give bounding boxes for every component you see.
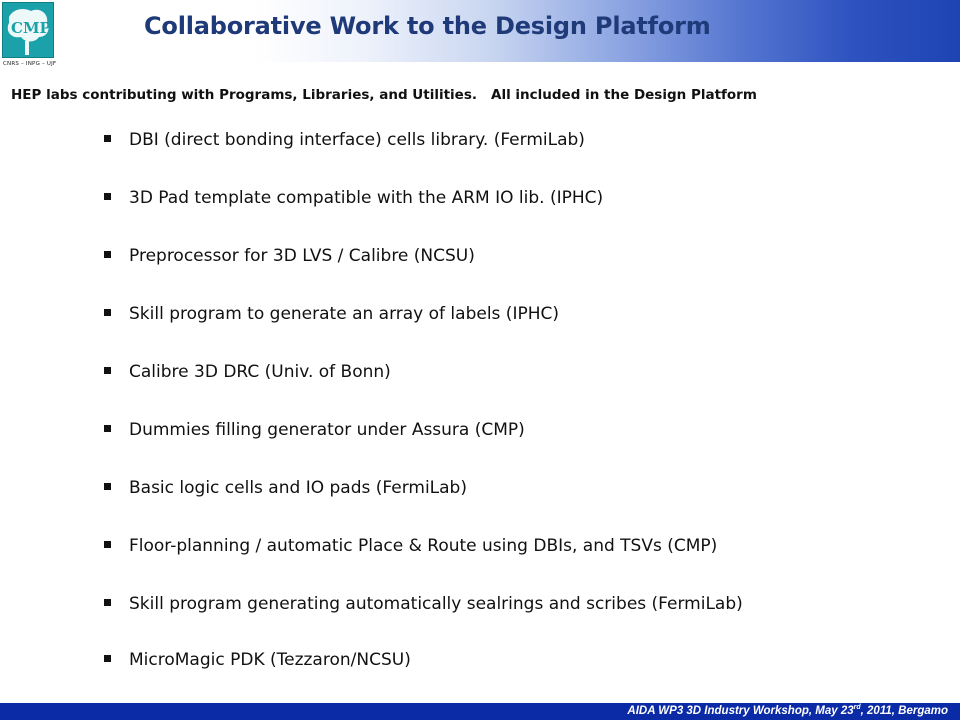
list-item-text: Basic logic cells and IO pads (FermiLab) <box>129 478 467 498</box>
subtitle: HEP labs contributing with Programs, Lib… <box>11 87 757 103</box>
square-bullet-icon <box>104 250 111 258</box>
footer-bar: AIDA WP3 3D Industry Workshop, May 23rd,… <box>0 703 960 720</box>
list-item: Calibre 3D DRC (Univ. of Bonn) <box>104 362 391 390</box>
cmp-logo: CMP <box>2 2 54 58</box>
list-item: Skill program generating automatically s… <box>104 594 743 622</box>
square-bullet-icon <box>104 424 111 432</box>
logo-graphic-icon: CMP <box>3 3 53 57</box>
subtitle-part-1: HEP labs contributing with Programs, Lib… <box>11 87 478 103</box>
square-bullet-icon <box>104 654 111 662</box>
square-bullet-icon <box>104 366 111 374</box>
square-bullet-icon <box>104 192 111 200</box>
list-item-text: Floor-planning / automatic Place & Route… <box>129 536 718 556</box>
square-bullet-icon <box>104 482 111 490</box>
square-bullet-icon <box>104 540 111 548</box>
list-item-text: Preprocessor for 3D LVS / Calibre (NCSU) <box>129 246 475 266</box>
svg-text:CMP: CMP <box>11 19 51 37</box>
square-bullet-icon <box>104 308 111 316</box>
list-item-text: 3D Pad template compatible with the ARM … <box>129 188 604 208</box>
footer-text-main: AIDA WP3 3D Industry Workshop, May 23 <box>627 704 854 717</box>
square-bullet-icon <box>104 134 111 142</box>
list-item-text: Skill program generating automatically s… <box>129 594 743 614</box>
square-bullet-icon <box>104 598 111 606</box>
list-item-text: Calibre 3D DRC (Univ. of Bonn) <box>129 362 391 382</box>
list-item: MicroMagic PDK (Tezzaron/NCSU) <box>104 650 411 678</box>
list-item-text: Skill program to generate an array of la… <box>129 304 559 324</box>
logo-subtext: CNRS – INPG – UJF <box>3 61 57 67</box>
subtitle-part-2: All included in the Design Platform <box>491 87 757 103</box>
list-item: Basic logic cells and IO pads (FermiLab) <box>104 478 467 506</box>
list-item-text: MicroMagic PDK (Tezzaron/NCSU) <box>129 650 411 670</box>
footer-text-end: , 2011, Bergamo <box>860 704 948 717</box>
footer-superscript: rd <box>853 704 861 711</box>
footer-text: AIDA WP3 3D Industry Workshop, May 23rd,… <box>627 704 948 717</box>
list-item-text: Dummies filling generator under Assura (… <box>129 420 525 440</box>
page-title: Collaborative Work to the Design Platfor… <box>144 12 711 40</box>
list-item: 3D Pad template compatible with the ARM … <box>104 188 603 216</box>
list-item: Dummies filling generator under Assura (… <box>104 420 525 448</box>
list-item-text: DBI (direct bonding interface) cells lib… <box>129 130 585 150</box>
list-item: DBI (direct bonding interface) cells lib… <box>104 130 585 158</box>
list-item: Floor-planning / automatic Place & Route… <box>104 536 717 564</box>
list-item: Preprocessor for 3D LVS / Calibre (NCSU) <box>104 246 475 274</box>
list-item: Skill program to generate an array of la… <box>104 304 559 332</box>
